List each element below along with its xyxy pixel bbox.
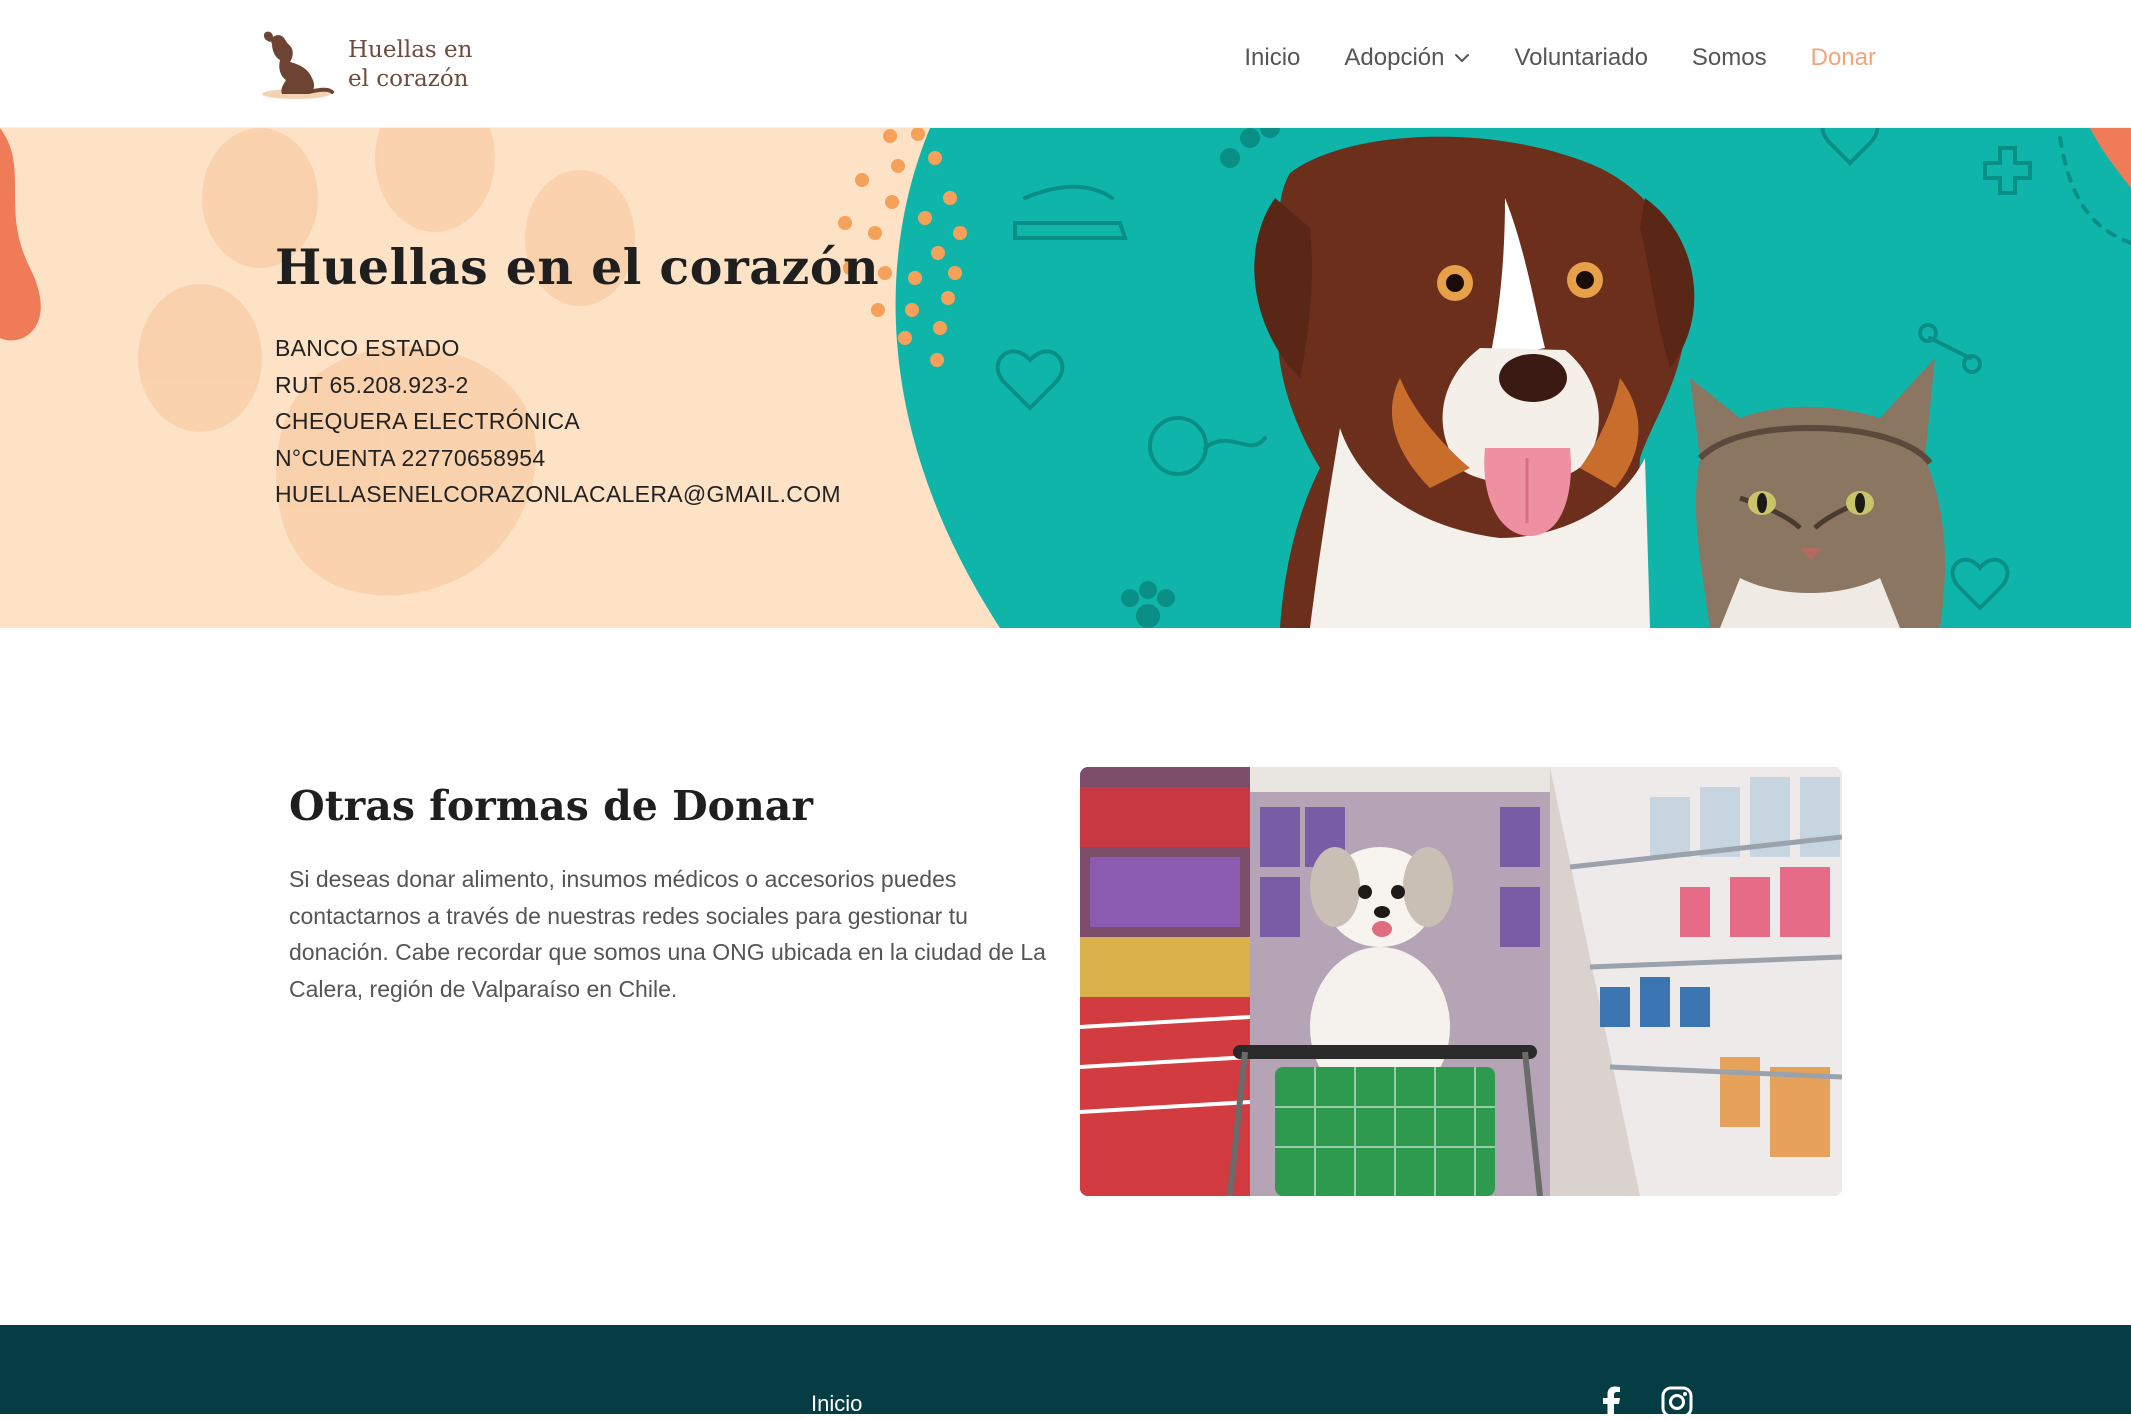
- nav-item-inicio[interactable]: Inicio: [1244, 44, 1300, 72]
- bank-account-type: CHEQUERA ELECTRÓNICA: [275, 408, 581, 434]
- bank-email: HUELLASENELCORAZONLACALERA@GMAIL.COM: [275, 481, 841, 507]
- bank-account-number: N°CUENTA 22770658954: [275, 444, 546, 471]
- logo-text: Huellas en el corazón: [348, 36, 473, 94]
- site-logo[interactable]: Huellas en el corazón: [258, 26, 473, 104]
- hero-content: Huellas en el corazón BANCO ESTADO RUT 6…: [275, 238, 879, 513]
- logo-text-line1: Huellas en: [348, 37, 473, 63]
- dog-in-cart-photo: [1080, 767, 1842, 1196]
- bank-name: BANCO ESTADO: [275, 335, 460, 361]
- logo-text-line2: el corazón: [348, 66, 469, 92]
- nav-item-voluntariado[interactable]: Voluntariado: [1514, 44, 1647, 72]
- nav-item-adopcion[interactable]: Adopción: [1344, 44, 1470, 72]
- section-title: Otras formas de Donar: [289, 782, 813, 830]
- bank-details: BANCO ESTADO RUT 65.208.923-2 CHEQUERA E…: [275, 330, 879, 513]
- main-nav: Inicio Adopción Voluntariado Somos Donar: [1244, 44, 1876, 72]
- nav-item-label: Adopción: [1344, 44, 1445, 71]
- bank-rut: RUT 65.208.923-2: [275, 371, 469, 398]
- nav-item-donar[interactable]: Donar: [1811, 44, 1876, 72]
- nav-item-label: Inicio: [1244, 44, 1301, 71]
- section-paragraph: Si deseas donar alimento, insumos médico…: [289, 866, 1046, 1002]
- hero-title: Huellas en el corazón: [275, 238, 880, 296]
- nav-item-label: Donar: [1810, 44, 1876, 71]
- nav-item-somos[interactable]: Somos: [1692, 44, 1767, 72]
- nav-item-label: Somos: [1691, 44, 1767, 71]
- footer-link-inicio[interactable]: Inicio: [811, 1391, 862, 1417]
- dog-logo-icon: [262, 31, 334, 99]
- site-header: Huellas en el corazón Inicio Adopción Vo…: [0, 0, 2131, 128]
- hero-banner: Huellas en el corazón BANCO ESTADO RUT 6…: [0, 128, 2131, 628]
- site-footer: Inicio: [0, 1325, 2131, 1419]
- chevron-down-icon: [1455, 54, 1470, 62]
- nav-item-label: Voluntariado: [1514, 44, 1648, 71]
- other-donations-section: Otras formas de Donar Si deseas donar al…: [0, 628, 2131, 1325]
